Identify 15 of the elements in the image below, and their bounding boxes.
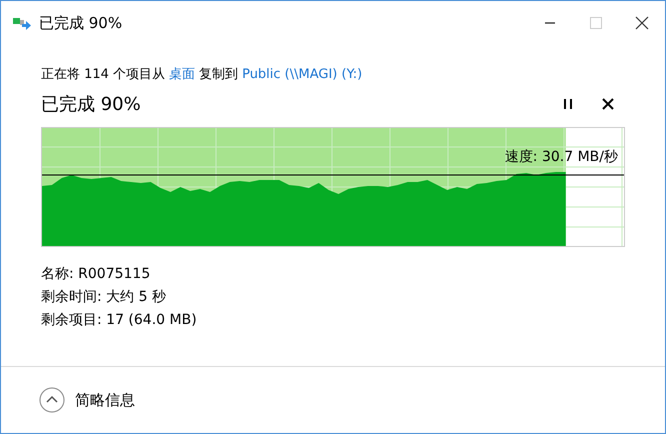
progress-heading: 已完成 90% [41,93,142,116]
source-link[interactable]: 桌面 [169,67,196,82]
detail-text: 剩余时间: 大约 5 秒 [41,288,167,306]
detail-text: 剩余项目: 17 (64.0 MB) [41,311,198,329]
speed-label: 速度: 30.7 MB/秒 [504,148,618,166]
close-icon [602,98,614,110]
detail-text: 名称: R0075115 [41,265,152,283]
window-title: 已完成 90% [39,14,124,32]
close-icon [635,16,649,30]
less-details-button[interactable]: 简略信息 [39,387,135,413]
maximize-icon [589,16,603,30]
copy-description: 正在将 114 个项目从 桌面 复制到 Public (\\MAGI) (Y:) [41,66,364,83]
pause-icon [563,98,573,110]
destination-link[interactable]: Public (\\MAGI) (Y:) [242,67,362,82]
copy-icon [13,16,31,30]
